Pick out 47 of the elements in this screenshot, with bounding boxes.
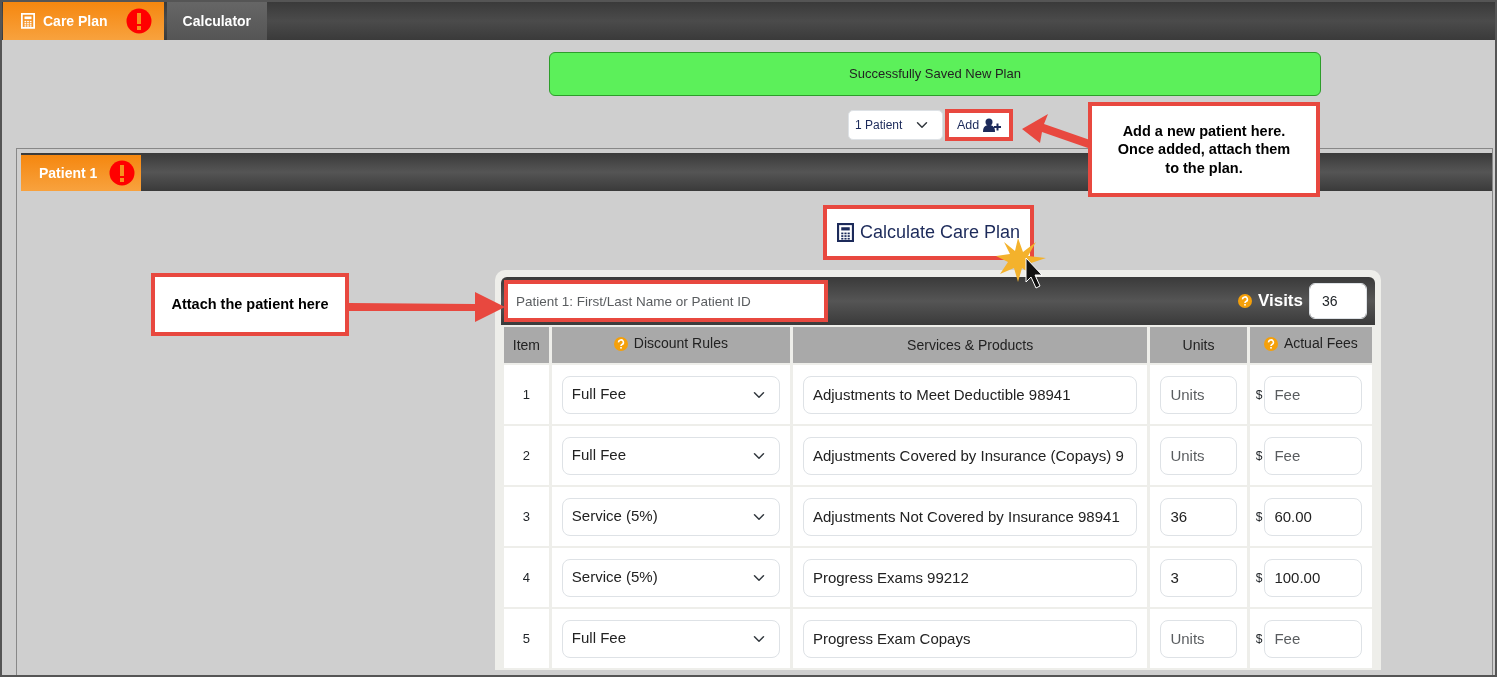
column-header: Actual Fees [1249, 327, 1372, 363]
units-field[interactable]: 36 [1160, 497, 1237, 536]
add-user-icon [983, 118, 1002, 132]
calculator-icon [837, 222, 854, 243]
discount-rule-select[interactable]: Full Fee [561, 436, 780, 475]
item-number: 1 [504, 365, 549, 424]
service-field[interactable]: Progress Exam Copays [802, 619, 1138, 658]
service-field[interactable]: Adjustments Not Covered by Insurance 98941 [802, 497, 1138, 536]
column-header: Units [1150, 327, 1247, 363]
fee-field[interactable]: Fee [1264, 619, 1362, 658]
callout-note: Add a new patient here. Once added, attach them to the plan. [1088, 102, 1320, 197]
discount-rule-select[interactable]: Service (5%) [561, 558, 780, 597]
units-field[interactable]: Units [1160, 375, 1237, 414]
currency-label: $ [1255, 386, 1263, 404]
item-number: 2 [504, 426, 549, 485]
currency-label: $ [1255, 447, 1263, 465]
fee-field[interactable]: Fee [1264, 375, 1362, 414]
fee-field[interactable]: Fee [1264, 436, 1362, 475]
fee-field[interactable]: 60.00 [1264, 497, 1362, 536]
units-field[interactable]: Units [1160, 436, 1237, 475]
patient-search-field[interactable]: Patient 1: First/Last Name or Patient ID [507, 283, 825, 319]
fee-field[interactable]: 100.00 [1264, 558, 1362, 597]
currency-label: $ [1255, 508, 1263, 526]
service-field[interactable]: Progress Exams 99212 [802, 558, 1138, 597]
item-number: 5 [504, 609, 549, 668]
discount-rule-select[interactable]: Full Fee [561, 375, 780, 414]
column-header: Discount Rules [551, 327, 790, 363]
units-field[interactable]: 3 [1160, 558, 1237, 597]
column-header: Services & Products [792, 327, 1148, 363]
units-field[interactable]: Units [1160, 619, 1237, 658]
visits-label: Visits [1257, 290, 1303, 313]
item-number: 3 [504, 487, 549, 546]
item-number: 4 [504, 548, 549, 607]
discount-rule-select[interactable]: Service (5%) [561, 497, 780, 536]
currency-label: $ [1255, 630, 1263, 648]
calculator-icon [21, 13, 35, 29]
service-field[interactable]: Adjustments to Meet Deductible 98941 [802, 375, 1138, 414]
visits-field[interactable]: 36 [1309, 283, 1367, 319]
starburst-cursor-drawing [996, 238, 1046, 290]
discount-rule-select[interactable]: Full Fee [561, 619, 780, 658]
success-alert: Successfully Saved New Plan [549, 52, 1321, 96]
callout-note: Attach the patient here [151, 273, 349, 336]
column-header: Item [504, 327, 549, 363]
tab[interactable]: Calculator [166, 2, 268, 40]
currency-label: $ [1255, 569, 1263, 587]
patient-count-select[interactable]: 1 Patient [848, 110, 943, 140]
service-field[interactable]: Adjustments Covered by Insurance (Copays) 9 [802, 436, 1138, 475]
